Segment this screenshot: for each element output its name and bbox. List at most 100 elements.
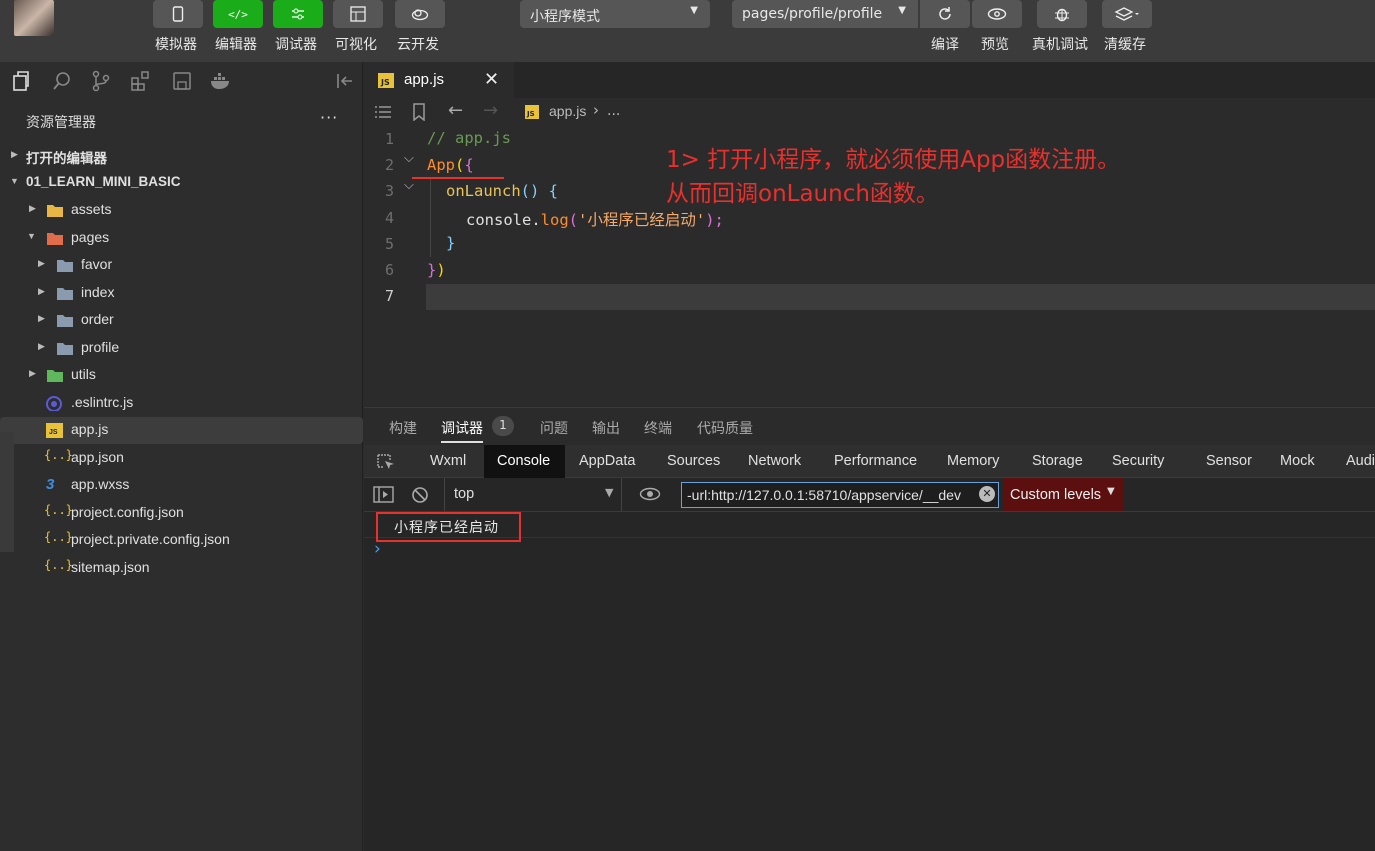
eslint-icon bbox=[46, 395, 62, 411]
tree-item-pages[interactable]: ▼ pages bbox=[0, 225, 363, 252]
breadcrumb-more[interactable]: ... bbox=[607, 103, 620, 119]
devtab-appdata[interactable]: AppData bbox=[579, 453, 635, 469]
devtab-mock[interactable]: Mock bbox=[1280, 453, 1315, 469]
scroll-handle[interactable] bbox=[0, 432, 14, 552]
tree-item-utils[interactable]: ▶ utils bbox=[0, 362, 363, 389]
devtab-security[interactable]: Security bbox=[1112, 453, 1164, 469]
tree-item-profile[interactable]: ▶ profile bbox=[0, 335, 363, 362]
bookmark-icon[interactable] bbox=[412, 103, 426, 121]
devtab-storage[interactable]: Storage bbox=[1032, 453, 1083, 469]
tree-item-app-wxss[interactable]: 3 app.wxss bbox=[0, 472, 363, 499]
save-icon[interactable] bbox=[171, 70, 193, 92]
code-line-2: App({ bbox=[427, 156, 474, 174]
devtab-console[interactable]: Console bbox=[497, 453, 550, 469]
tab-terminal[interactable]: 终端 bbox=[644, 418, 672, 438]
visual-button[interactable] bbox=[333, 0, 383, 28]
clear-console-icon[interactable] bbox=[411, 486, 429, 504]
devtab-wxml[interactable]: Wxml bbox=[430, 453, 466, 469]
tab-app-js[interactable]: JS app.js ✕ bbox=[364, 62, 514, 98]
collapse-panel-icon[interactable] bbox=[334, 70, 356, 92]
devtab-network[interactable]: Network bbox=[748, 453, 801, 469]
brace: } bbox=[446, 234, 456, 252]
tab-active-underline bbox=[441, 441, 483, 443]
fold-chevron-icon[interactable]: ⌵ bbox=[404, 178, 414, 193]
tree-item-project-private-config-json[interactable]: {..} project.private.config.json bbox=[0, 527, 363, 554]
layers-icon bbox=[1114, 7, 1139, 21]
files-icon[interactable] bbox=[10, 70, 32, 92]
mode-select-value: 小程序模式 bbox=[530, 9, 600, 25]
tab-output[interactable]: 输出 bbox=[592, 418, 620, 438]
breadcrumb-file[interactable]: app.js bbox=[549, 103, 586, 119]
project-root[interactable]: ▼ 01_LEARN_MINI_BASIC bbox=[0, 170, 363, 197]
tab-build[interactable]: 构建 bbox=[389, 418, 417, 438]
close-paren: ); bbox=[705, 211, 724, 229]
page-select[interactable]: pages/profile/profile ▼ bbox=[732, 0, 918, 28]
search-icon[interactable] bbox=[51, 70, 73, 92]
code-line-3: onLaunch() { bbox=[446, 182, 558, 200]
editor-button[interactable]: </> bbox=[213, 0, 263, 28]
eye-icon bbox=[987, 8, 1007, 20]
sidebar-toggle-icon[interactable] bbox=[373, 486, 395, 504]
tree-item-label: pages bbox=[71, 228, 110, 245]
tree-item-label: app.js bbox=[71, 421, 109, 437]
fold-chevron-icon[interactable]: ⌵ bbox=[404, 151, 414, 166]
outline-list-icon[interactable] bbox=[373, 104, 393, 120]
tree-item-order[interactable]: ▶ order bbox=[0, 307, 363, 334]
tree-item-favor[interactable]: ▶ favor bbox=[0, 252, 363, 279]
log-levels-select[interactable]: Custom levels ▼ bbox=[1003, 478, 1124, 511]
code-icon: </> bbox=[228, 7, 248, 21]
tab-problems[interactable]: 问题 bbox=[540, 418, 568, 438]
docker-icon[interactable] bbox=[209, 70, 233, 92]
more-actions-button[interactable]: ··· bbox=[320, 108, 338, 127]
devtab-memory[interactable]: Memory bbox=[947, 453, 999, 469]
inspect-element-icon[interactable] bbox=[376, 453, 396, 471]
source-control-icon[interactable] bbox=[90, 70, 112, 92]
forward-arrow-icon[interactable]: → bbox=[483, 100, 498, 121]
extensions-icon[interactable] bbox=[130, 70, 152, 92]
clear-cache-button[interactable] bbox=[1102, 0, 1152, 28]
console-prompt[interactable]: › bbox=[374, 539, 381, 559]
annotation-line-1: 1> 打开小程序，就必须使用App函数注册。 bbox=[666, 147, 1121, 173]
debugger-button[interactable] bbox=[273, 0, 323, 28]
open-editors-section[interactable]: ▶ 打开的编辑器 bbox=[0, 143, 363, 170]
current-line-highlight bbox=[426, 284, 1375, 310]
tree-item-assets[interactable]: ▶ assets bbox=[0, 197, 363, 224]
filter-input[interactable]: -url:http://127.0.0.1:58710/appservice/_… bbox=[681, 482, 999, 508]
line-number: 4 bbox=[384, 208, 394, 227]
devtab-sensor[interactable]: Sensor bbox=[1206, 453, 1252, 469]
preview-button[interactable] bbox=[972, 0, 1022, 28]
context-select[interactable]: top ▼ bbox=[444, 478, 622, 511]
dot: . bbox=[531, 211, 541, 229]
devtab-performance[interactable]: Performance bbox=[834, 453, 917, 469]
levels-value: Custom levels bbox=[1010, 487, 1102, 503]
code-line-5: } bbox=[446, 234, 455, 252]
avatar[interactable] bbox=[14, 0, 54, 36]
paren: ) bbox=[436, 261, 446, 279]
tree-item-app-js[interactable]: JS app.js bbox=[0, 417, 363, 444]
tree-item-index[interactable]: ▶ index bbox=[0, 280, 363, 307]
clear-filter-icon[interactable]: ✕ bbox=[979, 486, 995, 502]
editor-label: 编辑器 bbox=[215, 37, 257, 53]
eye-icon[interactable] bbox=[639, 487, 661, 501]
simulator-button[interactable] bbox=[153, 0, 203, 28]
devtab-sources[interactable]: Sources bbox=[667, 453, 720, 469]
devtab-audits[interactable]: Audi bbox=[1346, 453, 1375, 469]
open-editors-label: 打开的编辑器 bbox=[26, 151, 107, 166]
tree-item-sitemap-json[interactable]: {..} sitemap.json bbox=[0, 555, 363, 582]
remote-debug-button[interactable] bbox=[1037, 0, 1087, 28]
tree-item-eslintrc-js[interactable]: .eslintrc.js bbox=[0, 390, 363, 417]
tab-debugger[interactable]: 调试器 bbox=[441, 418, 483, 438]
tree-item-app-json[interactable]: {..} app.json bbox=[0, 445, 363, 472]
line-number: 2 bbox=[384, 156, 394, 175]
close-icon[interactable]: ✕ bbox=[484, 69, 499, 90]
tree-item-project-config-json[interactable]: {..} project.config.json bbox=[0, 500, 363, 527]
compile-button[interactable] bbox=[920, 0, 970, 28]
line-number: 7 bbox=[384, 287, 394, 306]
tab-code-quality[interactable]: 代码质量 bbox=[697, 418, 753, 438]
mode-select[interactable]: 小程序模式 ▼ bbox=[520, 0, 710, 28]
cloud-button[interactable] bbox=[395, 0, 445, 28]
back-arrow-icon[interactable]: ← bbox=[448, 100, 463, 121]
code-editor[interactable]: 1234567 ⌵ ⌵ // app.js App({ onLaunch() {… bbox=[364, 126, 1375, 407]
folder-icon bbox=[47, 232, 63, 245]
tree-item-label: sitemap.json bbox=[71, 558, 150, 575]
